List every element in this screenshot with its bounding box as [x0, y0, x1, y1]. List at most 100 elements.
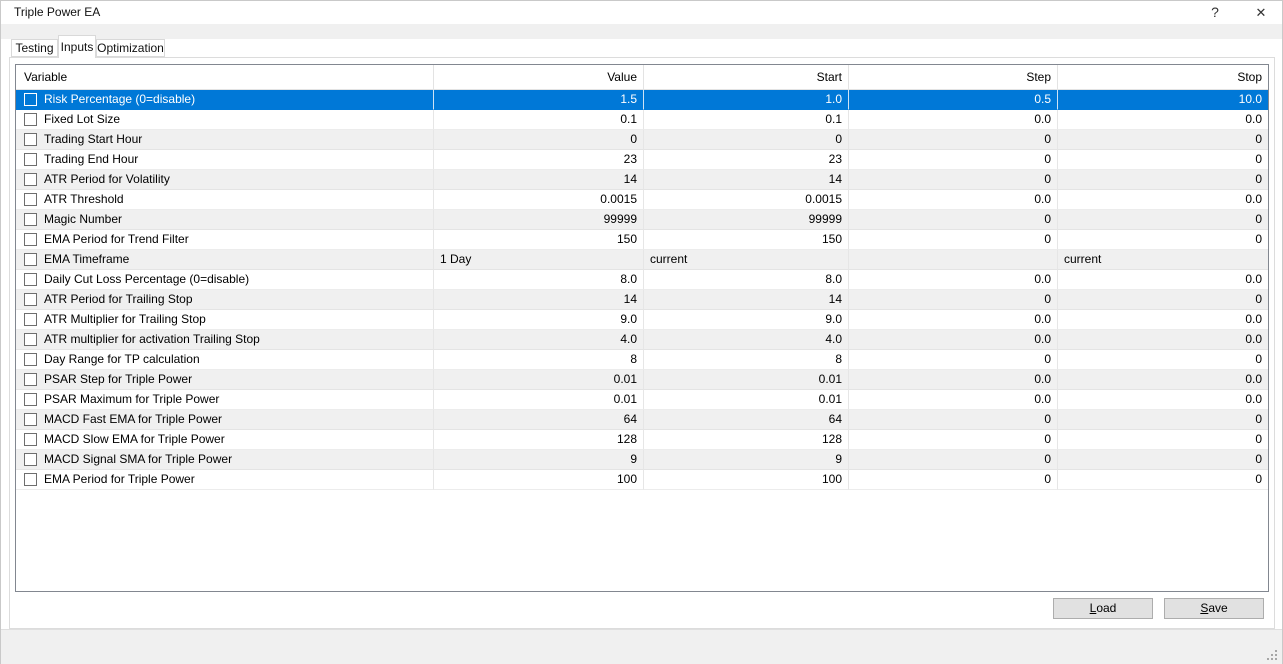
value-cell[interactable]: 9.0	[434, 310, 644, 330]
start-cell[interactable]: 14	[644, 290, 849, 310]
stop-cell[interactable]: 0	[1058, 350, 1268, 370]
row-checkbox[interactable]	[24, 353, 37, 366]
stop-cell[interactable]: 0	[1058, 470, 1268, 490]
start-cell[interactable]: 99999	[644, 210, 849, 230]
table-row[interactable]: Day Range for TP calculation 8 8 0 0	[16, 350, 1268, 370]
stop-cell[interactable]: 0	[1058, 170, 1268, 190]
stop-cell[interactable]: 0.0	[1058, 390, 1268, 410]
row-checkbox[interactable]	[24, 133, 37, 146]
table-row[interactable]: MACD Signal SMA for Triple Power 9 9 0 0	[16, 450, 1268, 470]
column-header-stop[interactable]: Stop	[1058, 65, 1268, 90]
table-row[interactable]: ATR Multiplier for Trailing Stop 9.0 9.0…	[16, 310, 1268, 330]
value-cell[interactable]: 9	[434, 450, 644, 470]
stop-cell[interactable]: 0	[1058, 430, 1268, 450]
value-cell[interactable]: 0.0015	[434, 190, 644, 210]
value-cell[interactable]: 0.1	[434, 110, 644, 130]
start-cell[interactable]: 0.0015	[644, 190, 849, 210]
value-cell[interactable]: 1 Day	[434, 250, 644, 270]
start-cell[interactable]: 100	[644, 470, 849, 490]
value-cell[interactable]: 150	[434, 230, 644, 250]
value-cell[interactable]: 8.0	[434, 270, 644, 290]
stop-cell[interactable]: 0.0	[1058, 110, 1268, 130]
tab-optimization[interactable]: Optimization	[96, 39, 165, 57]
step-cell[interactable]: 0	[849, 350, 1058, 370]
step-cell[interactable]: 0.0	[849, 330, 1058, 350]
stop-cell[interactable]: 0	[1058, 290, 1268, 310]
value-cell[interactable]: 14	[434, 290, 644, 310]
start-cell[interactable]: 1.0	[644, 90, 849, 110]
stop-cell[interactable]: 0.0	[1058, 270, 1268, 290]
table-row[interactable]: PSAR Step for Triple Power 0.01 0.01 0.0…	[16, 370, 1268, 390]
start-cell[interactable]: 0	[644, 130, 849, 150]
step-cell[interactable]: 0	[849, 410, 1058, 430]
stop-cell[interactable]: 0.0	[1058, 330, 1268, 350]
step-cell[interactable]: 0	[849, 450, 1058, 470]
start-cell[interactable]: 0.01	[644, 370, 849, 390]
step-cell[interactable]: 0	[849, 430, 1058, 450]
row-checkbox[interactable]	[24, 293, 37, 306]
tab-testing[interactable]: Testing	[11, 39, 58, 57]
value-cell[interactable]: 8	[434, 350, 644, 370]
stop-cell[interactable]: 0.0	[1058, 190, 1268, 210]
tab-inputs[interactable]: Inputs	[58, 35, 96, 58]
step-cell[interactable]: 0.0	[849, 370, 1058, 390]
value-cell[interactable]: 128	[434, 430, 644, 450]
table-row[interactable]: MACD Slow EMA for Triple Power 128 128 0…	[16, 430, 1268, 450]
step-cell[interactable]: 0.5	[849, 90, 1058, 110]
start-cell[interactable]: 150	[644, 230, 849, 250]
value-cell[interactable]: 14	[434, 170, 644, 190]
stop-cell[interactable]: 0	[1058, 150, 1268, 170]
start-cell[interactable]: 8.0	[644, 270, 849, 290]
start-cell[interactable]: 23	[644, 150, 849, 170]
row-checkbox[interactable]	[24, 313, 37, 326]
step-cell[interactable]: 0	[849, 470, 1058, 490]
row-checkbox[interactable]	[24, 393, 37, 406]
value-cell[interactable]: 23	[434, 150, 644, 170]
start-cell[interactable]: 0.01	[644, 390, 849, 410]
value-cell[interactable]: 100	[434, 470, 644, 490]
value-cell[interactable]: 0.01	[434, 390, 644, 410]
table-row[interactable]: Trading End Hour 23 23 0 0	[16, 150, 1268, 170]
table-row[interactable]: PSAR Maximum for Triple Power 0.01 0.01 …	[16, 390, 1268, 410]
table-row[interactable]: ATR Period for Trailing Stop 14 14 0 0	[16, 290, 1268, 310]
column-header-start[interactable]: Start	[644, 65, 849, 90]
step-cell[interactable]: 0	[849, 290, 1058, 310]
table-row[interactable]: EMA Timeframe 1 Day current current	[16, 250, 1268, 270]
table-row[interactable]: ATR Period for Volatility 14 14 0 0	[16, 170, 1268, 190]
stop-cell[interactable]: 0.0	[1058, 310, 1268, 330]
start-cell[interactable]: 9.0	[644, 310, 849, 330]
row-checkbox[interactable]	[24, 433, 37, 446]
help-icon[interactable]: ?	[1204, 3, 1226, 22]
start-cell[interactable]: 64	[644, 410, 849, 430]
table-row[interactable]: Fixed Lot Size 0.1 0.1 0.0 0.0	[16, 110, 1268, 130]
table-row[interactable]: MACD Fast EMA for Triple Power 64 64 0 0	[16, 410, 1268, 430]
table-row[interactable]: Trading Start Hour 0 0 0 0	[16, 130, 1268, 150]
column-header-step[interactable]: Step	[849, 65, 1058, 90]
stop-cell[interactable]: 0	[1058, 230, 1268, 250]
close-icon[interactable]: ✕	[1250, 3, 1272, 22]
step-cell[interactable]: 0.0	[849, 270, 1058, 290]
row-checkbox[interactable]	[24, 413, 37, 426]
row-checkbox[interactable]	[24, 213, 37, 226]
step-cell[interactable]: 0	[849, 230, 1058, 250]
row-checkbox[interactable]	[24, 373, 37, 386]
step-cell[interactable]: 0.0	[849, 110, 1058, 130]
value-cell[interactable]: 64	[434, 410, 644, 430]
start-cell[interactable]: 128	[644, 430, 849, 450]
table-row[interactable]: EMA Period for Triple Power 100 100 0 0	[16, 470, 1268, 490]
row-checkbox[interactable]	[24, 173, 37, 186]
row-checkbox[interactable]	[24, 93, 37, 106]
start-cell[interactable]: 14	[644, 170, 849, 190]
row-checkbox[interactable]	[24, 453, 37, 466]
step-cell[interactable]: 0	[849, 130, 1058, 150]
column-header-value[interactable]: Value	[434, 65, 644, 90]
value-cell[interactable]: 4.0	[434, 330, 644, 350]
table-row[interactable]: Risk Percentage (0=disable) 1.5 1.0 0.5 …	[16, 90, 1268, 110]
row-checkbox[interactable]	[24, 273, 37, 286]
step-cell[interactable]: 0.0	[849, 390, 1058, 410]
row-checkbox[interactable]	[24, 473, 37, 486]
save-button[interactable]: Save	[1164, 598, 1264, 619]
load-button[interactable]: Load	[1053, 598, 1153, 619]
step-cell[interactable]: 0	[849, 150, 1058, 170]
value-cell[interactable]: 0	[434, 130, 644, 150]
